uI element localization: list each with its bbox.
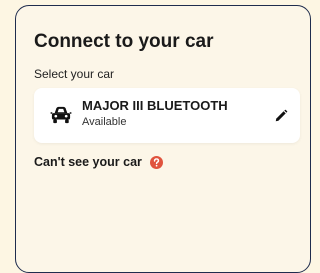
connect-car-panel: Connect to your car Select your car MAJO… <box>15 5 311 273</box>
car-status: Available <box>82 116 127 128</box>
cant-see-car-link[interactable]: Can't see your car <box>34 155 163 169</box>
car-list-item[interactable]: MAJOR III BLUETOOTH Available <box>34 88 300 143</box>
select-car-label: Select your car <box>34 67 115 81</box>
pencil-edit-icon[interactable] <box>274 109 288 123</box>
cant-see-car-label: Can't see your car <box>34 155 142 169</box>
question-circle-icon[interactable] <box>149 155 163 169</box>
page-title: Connect to your car <box>34 31 214 52</box>
car-icon <box>50 106 72 124</box>
car-name: MAJOR III BLUETOOTH <box>82 98 228 113</box>
